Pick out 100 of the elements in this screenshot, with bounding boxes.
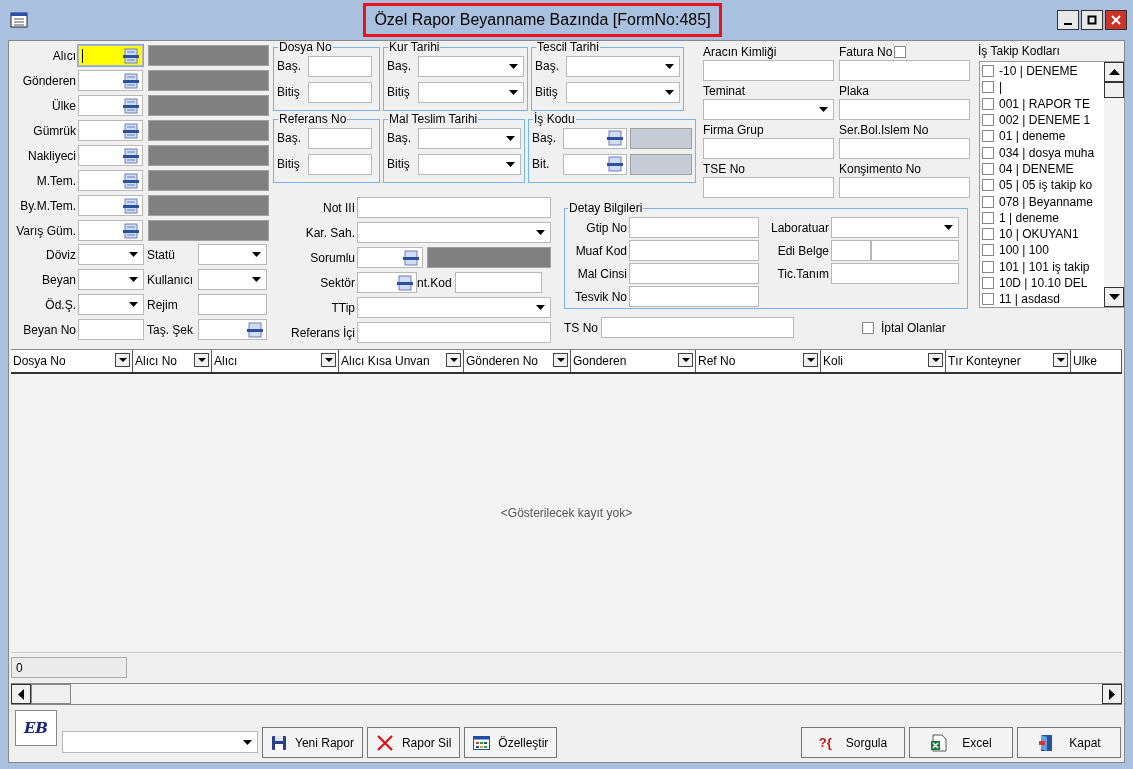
date-picker[interactable] <box>418 81 524 103</box>
input-field[interactable] <box>357 197 551 218</box>
list-item[interactable]: 10D | 10.10 DEL <box>999 276 1088 290</box>
maximize-button[interactable] <box>1081 10 1103 30</box>
scroll-right-button[interactable] <box>1102 684 1122 704</box>
dropdown[interactable] <box>703 99 834 120</box>
column-header[interactable]: Ref No <box>696 350 821 372</box>
list-item[interactable]: 034 | dosya muha <box>999 145 1095 160</box>
filter-button[interactable] <box>321 353 336 367</box>
column-header[interactable]: Alıcı <box>212 350 339 372</box>
toolbar-button[interactable]: ?{ Sorgula <box>801 727 905 758</box>
list-item[interactable]: 078 | Beyanname <box>999 194 1093 209</box>
input-field[interactable] <box>198 294 267 315</box>
lookup-button-icon[interactable] <box>123 72 139 89</box>
input-field[interactable] <box>703 138 834 159</box>
column-header[interactable]: Dosya No <box>11 350 133 372</box>
filter-button[interactable] <box>553 353 568 367</box>
lookup-button-icon[interactable] <box>123 122 139 139</box>
filter-button[interactable] <box>446 353 461 367</box>
column-header[interactable]: Alıcı No <box>133 350 212 372</box>
lookup-button-icon[interactable] <box>123 172 139 189</box>
scroll-up-button[interactable] <box>1104 62 1124 82</box>
filter-button[interactable] <box>803 353 818 367</box>
input-field[interactable] <box>839 138 970 159</box>
lookup-field[interactable] <box>78 195 143 216</box>
filter-button[interactable] <box>194 353 209 367</box>
input-field[interactable] <box>629 217 759 238</box>
checkbox[interactable] <box>862 321 874 334</box>
lookup-button-icon[interactable] <box>123 222 139 239</box>
column-header[interactable]: Alıcı Kısa Unvan <box>339 350 464 372</box>
lookup-button-icon[interactable] <box>123 147 139 164</box>
date-picker[interactable] <box>418 127 521 149</box>
filter-button[interactable] <box>1053 353 1068 367</box>
checkbox[interactable] <box>894 45 907 58</box>
input-field[interactable] <box>871 240 959 261</box>
lookup-field[interactable] <box>357 272 417 293</box>
toolbar-button[interactable]: Özelleştir <box>464 727 558 758</box>
input-field[interactable] <box>308 127 372 149</box>
list-item[interactable]: 101 | 101 iş takip <box>999 259 1090 274</box>
list-item[interactable]: 002 | DENEME 1 <box>999 113 1091 128</box>
lookup-field[interactable] <box>78 120 143 141</box>
checkbox[interactable] <box>982 228 994 241</box>
list-item[interactable]: 10 | OKUYAN1 <box>999 227 1079 242</box>
list-item[interactable]: | <box>999 80 1003 95</box>
input-field[interactable] <box>308 81 372 103</box>
checkbox[interactable] <box>982 162 994 175</box>
scrollbar[interactable] <box>1104 62 1124 307</box>
checkbox[interactable] <box>982 179 994 192</box>
checkbox[interactable] <box>982 97 994 110</box>
scroll-down-button[interactable] <box>1104 287 1124 307</box>
checkbox[interactable] <box>982 211 994 224</box>
input-field[interactable] <box>308 55 372 77</box>
checkbox[interactable] <box>982 81 994 94</box>
lookup-button-icon[interactable] <box>607 130 623 146</box>
input-field[interactable] <box>308 153 372 175</box>
input-field[interactable] <box>703 177 834 198</box>
toolbar-button[interactable]: Yeni Rapor <box>262 727 363 758</box>
lookup-button-icon[interactable] <box>397 274 413 291</box>
checkbox[interactable] <box>982 130 994 143</box>
list-item[interactable]: 01 | deneme <box>999 129 1066 144</box>
list-item[interactable]: 04 | DENEME <box>999 161 1074 176</box>
lookup-button-icon[interactable] <box>403 249 419 266</box>
list-item[interactable]: -10 | DENEME <box>999 64 1078 79</box>
input-field[interactable] <box>454 272 542 293</box>
checkbox[interactable] <box>982 195 994 208</box>
dropdown[interactable] <box>198 269 267 290</box>
checkbox[interactable] <box>982 65 994 78</box>
checkbox[interactable] <box>982 146 994 159</box>
column-header[interactable]: Tır Konteyner <box>946 350 1071 372</box>
toolbar-button[interactable]: Excel <box>909 727 1013 758</box>
checkbox[interactable] <box>982 277 994 289</box>
checkbox[interactable] <box>982 114 994 127</box>
input-field[interactable] <box>839 177 970 198</box>
close-button[interactable] <box>1105 10 1127 30</box>
input-field[interactable] <box>629 263 759 284</box>
input-field[interactable] <box>839 99 970 120</box>
checkbox[interactable] <box>982 260 994 273</box>
lookup-field[interactable] <box>198 319 267 340</box>
lookup-field[interactable] <box>357 247 423 268</box>
filter-button[interactable] <box>678 353 693 367</box>
lookup-field[interactable] <box>563 153 627 175</box>
lookup-button-icon[interactable] <box>247 321 263 338</box>
toolbar-button[interactable]: Kapat <box>1017 727 1121 758</box>
dropdown[interactable] <box>198 244 267 265</box>
column-header[interactable]: Ulke <box>1071 350 1122 372</box>
scroll-thumb[interactable] <box>31 684 71 704</box>
checkbox[interactable] <box>982 244 994 257</box>
lookup-field[interactable] <box>78 95 143 116</box>
lookup-field[interactable] <box>78 145 143 166</box>
list-item[interactable]: 1 | deneme <box>999 210 1059 225</box>
list-item[interactable]: 001 | RAPOR TE <box>999 96 1090 111</box>
column-header[interactable]: Gönderen No <box>464 350 571 372</box>
list-item[interactable]: 100 | 100 <box>999 243 1049 258</box>
dropdown[interactable] <box>831 217 959 238</box>
input-field[interactable] <box>629 286 759 307</box>
filter-button[interactable] <box>115 353 130 367</box>
dropdown[interactable] <box>78 269 144 290</box>
dropdown[interactable] <box>62 731 258 753</box>
list-item[interactable]: 05 | 05 iş takip ko <box>999 178 1093 193</box>
lookup-field[interactable] <box>78 45 143 66</box>
